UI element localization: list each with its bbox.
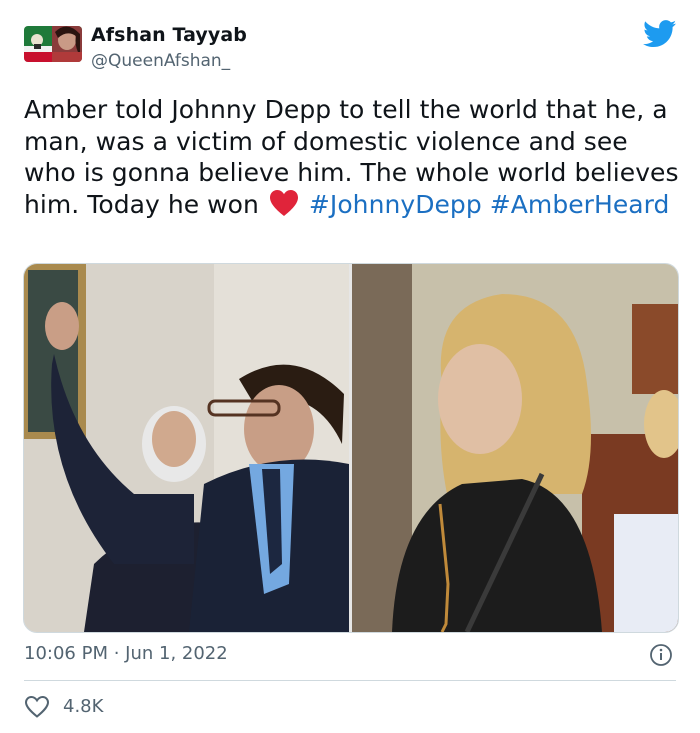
heart-outline-icon[interactable] <box>24 695 50 719</box>
avatar[interactable] <box>24 26 82 62</box>
photo-left[interactable] <box>24 264 349 632</box>
tweet-text: Amber told Johnny Depp to tell the world… <box>24 94 684 220</box>
red-heart-emoji <box>269 189 299 217</box>
info-icon[interactable] <box>649 643 673 667</box>
hashtag-link[interactable]: #JohnnyDepp <box>309 190 482 219</box>
twitter-bird-icon[interactable] <box>643 20 677 48</box>
divider <box>24 680 676 681</box>
photo-right[interactable] <box>352 264 678 632</box>
hashtag-link[interactable]: #AmberHeard <box>490 190 670 219</box>
tweet-card: Afshan Tayyab @QueenAfshan_ Amber told J… <box>0 0 700 733</box>
tweet-timestamp[interactable]: 10:06 PM · Jun 1, 2022 <box>24 643 228 664</box>
media-grid[interactable] <box>23 263 679 633</box>
like-count: 4.8K <box>63 696 104 717</box>
display-name[interactable]: Afshan Tayyab <box>91 24 247 46</box>
user-handle[interactable]: @QueenAfshan_ <box>91 51 230 71</box>
